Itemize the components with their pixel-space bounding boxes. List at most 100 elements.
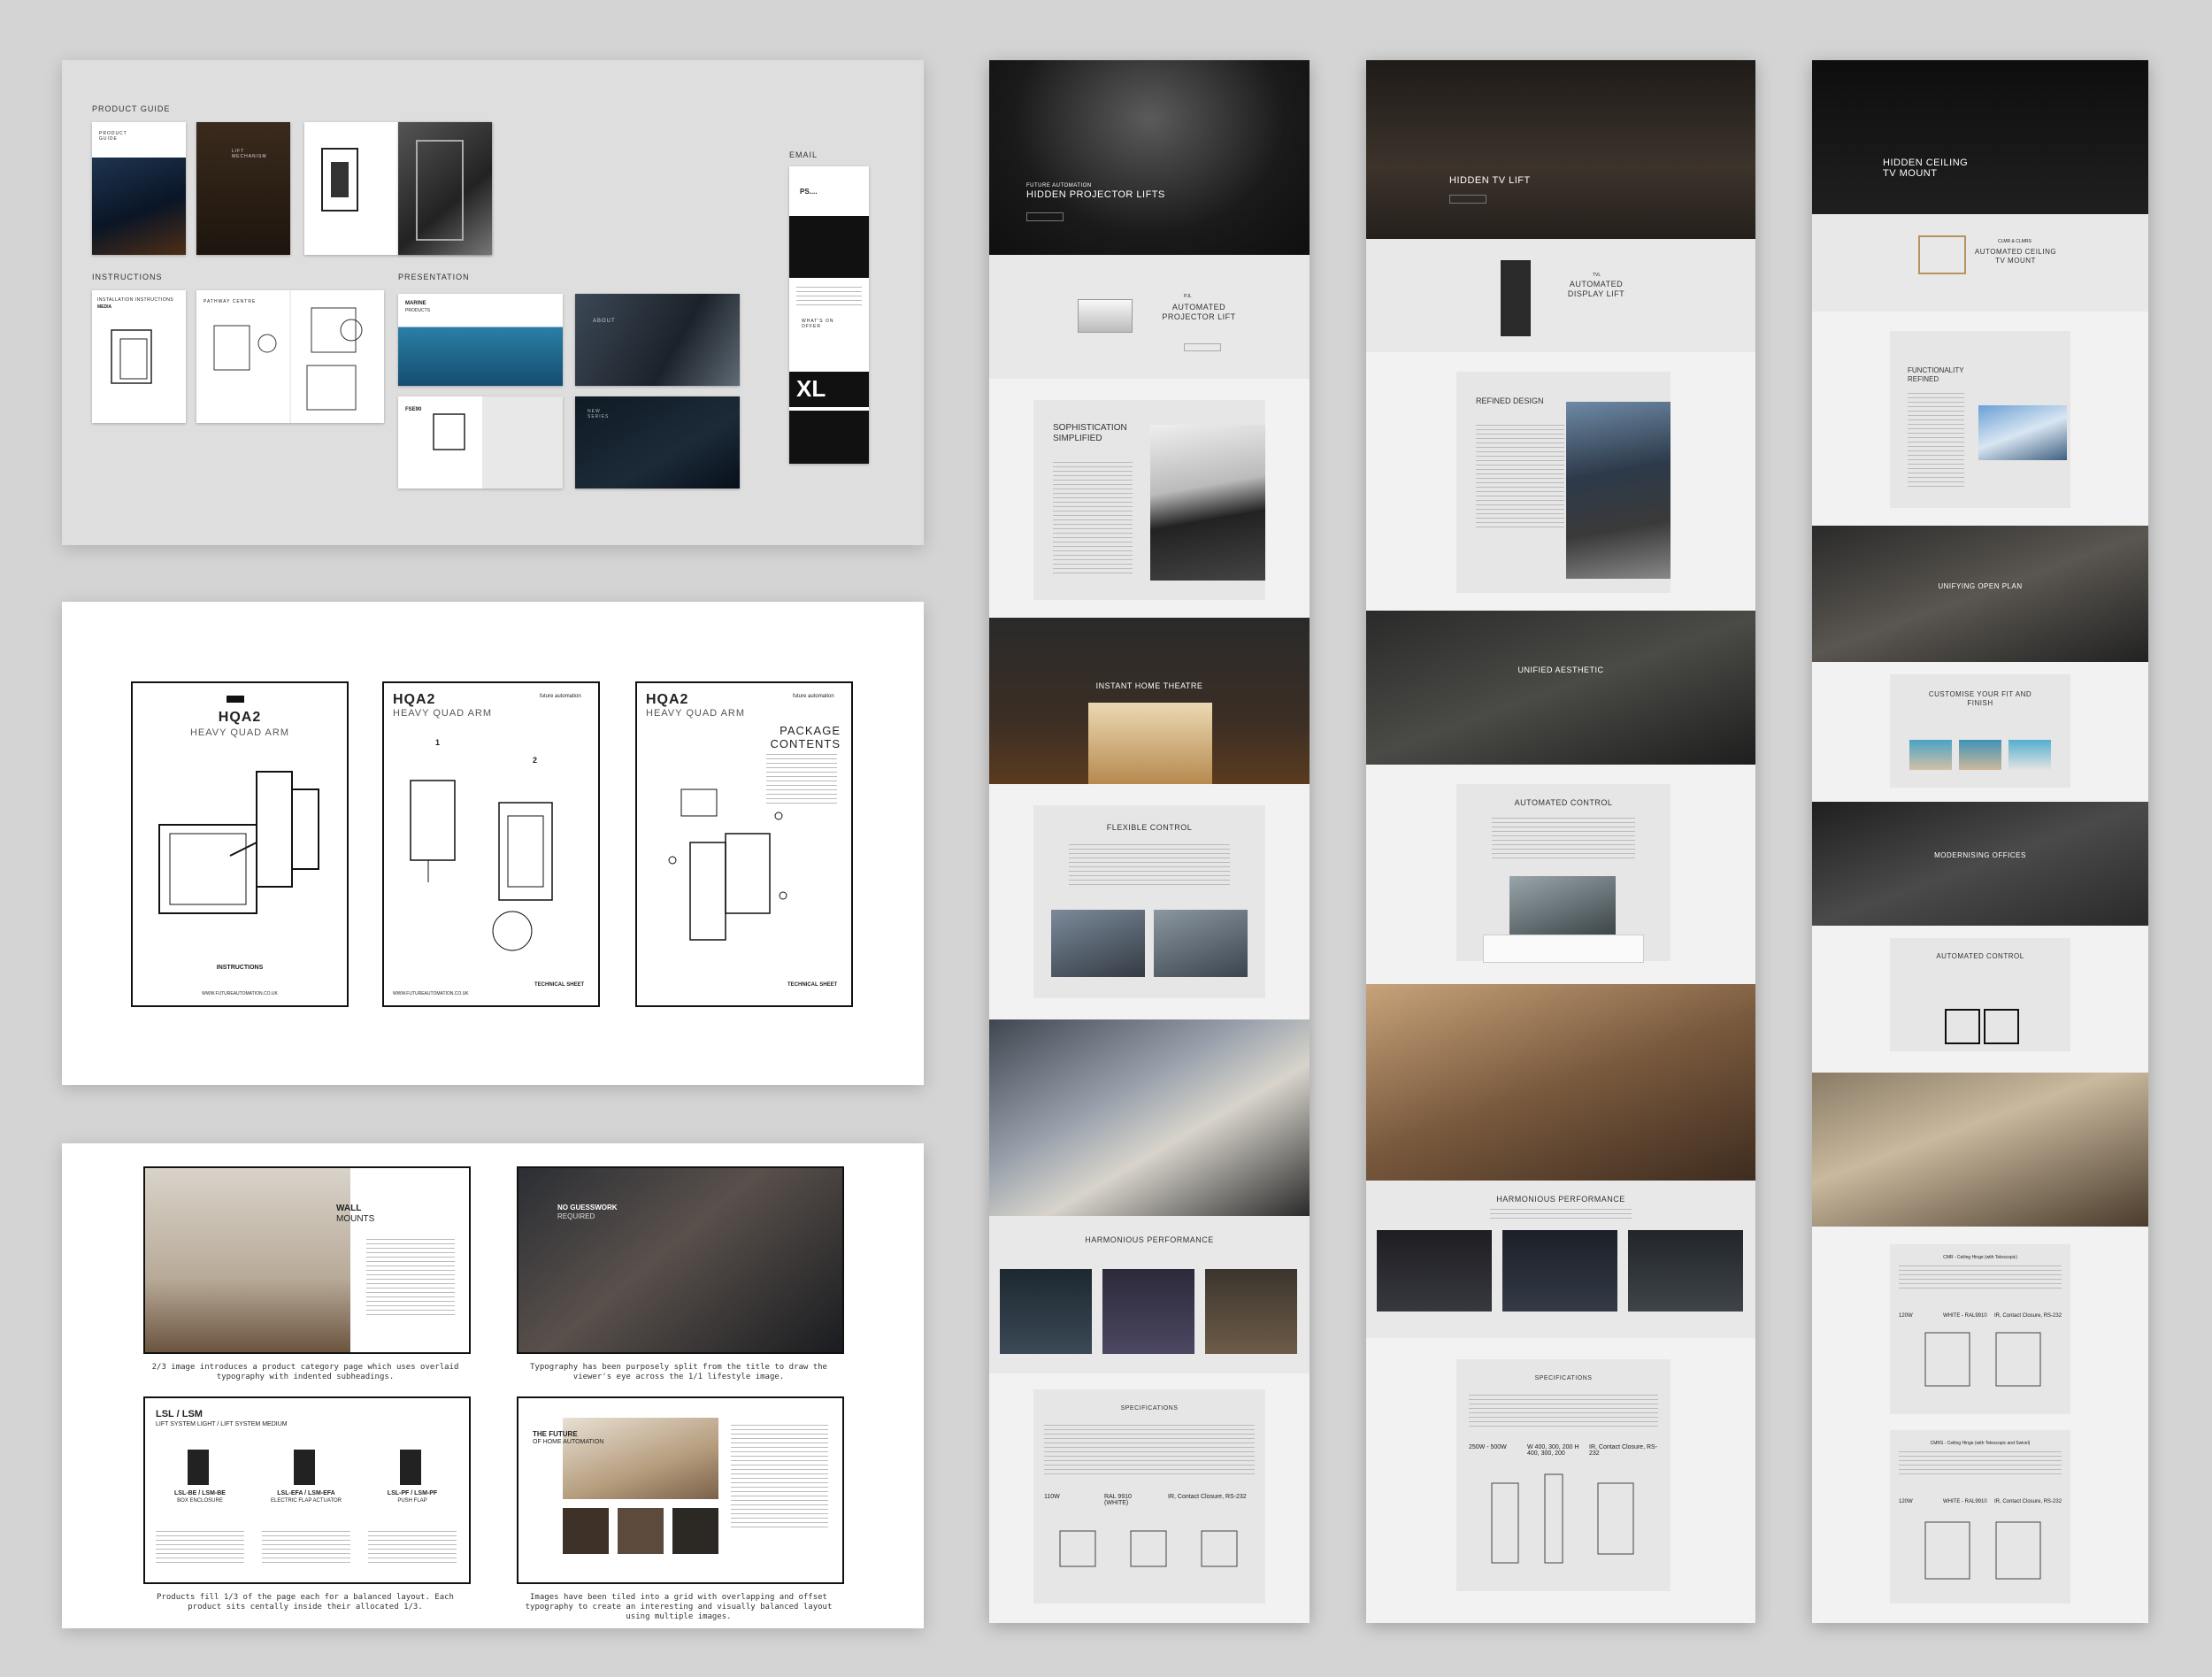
unified-aesthetic-title: UNIFIED AESTHETIC <box>1517 665 1604 674</box>
sheet-package-contents[interactable]: HQA2 HEAVY QUAD ARM future automation PA… <box>635 681 853 1007</box>
site-ceiling-mount: HIDDEN CEILING TV MOUNT CLMR & CLMRS AUT… <box>1812 60 2148 1623</box>
city-night-photo <box>92 158 186 255</box>
projector-product-title: AUTOMATED PROJECTOR LIFT <box>1162 303 1236 321</box>
tv-spec-drawings <box>1491 1473 1634 1564</box>
tv-harmonious-photo-1 <box>1377 1230 1492 1312</box>
open-plan-section: UNIFYING OPEN PLAN <box>1812 526 2148 662</box>
fse90-drawing <box>433 396 563 488</box>
lsl-text-1 <box>156 1531 244 1566</box>
tv-lift-image <box>1501 260 1531 336</box>
slide-fse90[interactable]: FSE90 <box>398 396 563 488</box>
control-screen-1 <box>1945 1009 1980 1044</box>
tv-control-text <box>1492 818 1635 860</box>
tv-control-screen <box>1509 876 1616 935</box>
tv-harmonious-title: HARMONIOUS PERFORMANCE <box>1496 1195 1625 1204</box>
instructions-spread[interactable]: PATHWAY CENTRE <box>196 290 384 423</box>
tv-automated-control-card: AUTOMATED CONTROL <box>1456 784 1671 963</box>
lsl-text-2 <box>262 1531 350 1566</box>
caption-1: 2/3 image introduces a product category … <box>151 1363 459 1381</box>
slide-marine[interactable]: MARINE PRODUCTS <box>398 294 563 386</box>
spread-lsl-lsm[interactable]: LSL / LSM LIFT SYSTEM LIGHT / LIFT SYSTE… <box>143 1396 471 1584</box>
sheet2-step-drawings <box>410 780 553 951</box>
ceiling-hero: HIDDEN CEILING TV MOUNT <box>1812 60 2148 214</box>
sheet2-footer: TECHNICAL SHEET <box>534 982 585 988</box>
functionality-screen <box>1978 405 2067 460</box>
tv-harmonious-photo-2 <box>1502 1230 1617 1312</box>
harmonious-photo-1 <box>1000 1269 1092 1354</box>
product-2-name: LSL-EFA / LSM-EFA <box>277 1490 335 1496</box>
flexible-control-card: FLEXIBLE CONTROL <box>1033 805 1265 998</box>
sheet3-parts-drawing <box>668 788 787 941</box>
guide-cover[interactable]: PRODUCT GUIDE <box>92 122 186 255</box>
sophistication-card: SOPHISTICATION SIMPLIFIED <box>1033 400 1265 600</box>
tv-harmonious-photo-3 <box>1628 1230 1743 1312</box>
projector-product-button[interactable] <box>1184 343 1221 351</box>
control-photo-1 <box>1051 910 1145 977</box>
sheet3-footer: TECHNICAL SHEET <box>787 982 838 988</box>
product-3-shape <box>400 1450 421 1485</box>
new-series-text: NEW SERIES <box>588 409 610 419</box>
finish-swatch-1 <box>1909 740 1952 770</box>
flexible-control-title: FLEXIBLE CONTROL <box>1106 823 1193 832</box>
instruction-diagrams <box>213 290 363 423</box>
customise-card: CUSTOMISE YOUR FIT AND FINISH <box>1890 674 2070 788</box>
spread-future-home[interactable]: THE FUTURE OF HOME AUTOMATION <box>517 1396 844 1584</box>
wall-mounts-text <box>366 1239 455 1319</box>
glass-lift-shape <box>416 140 464 241</box>
instructions-cover[interactable]: INSTALLATION INSTRUCTIONS MEDIA <box>92 290 186 423</box>
refined-design-card: REFINED DESIGN <box>1456 372 1671 593</box>
slide-new-series[interactable]: NEW SERIES <box>575 396 740 488</box>
board-print-collateral: PRODUCT GUIDE PRODUCT GUIDE LIFT MECHANI… <box>62 60 924 545</box>
unified-aesthetic-section: UNIFIED AESTHETIC <box>1366 611 1755 765</box>
future-sub: OF HOME AUTOMATION <box>533 1439 604 1445</box>
control-photo-2 <box>1154 910 1248 977</box>
bedroom-photo-section <box>1366 984 1755 1181</box>
tv-product-title: AUTOMATED DISPLAY LIFT <box>1567 280 1625 298</box>
email-mockup[interactable]: PS.... WHAT'S ON OFFER XL <box>789 166 869 464</box>
tile-photo-3 <box>672 1508 718 1554</box>
site-projector-lifts: FUTURE AUTOMATION HIDDEN PROJECTOR LIFTS… <box>989 60 1310 1623</box>
projector-harmonious-section: HARMONIOUS PERFORMANCE <box>989 1216 1310 1373</box>
slide-about[interactable]: ABOUT <box>575 294 740 386</box>
email-xl-text: XL <box>796 375 826 402</box>
spread-wall-mounts[interactable]: WALL MOUNTS <box>143 1166 471 1354</box>
refined-design-title: REFINED DESIGN <box>1476 396 1544 405</box>
sheet-technical-steps[interactable]: HQA2 HEAVY QUAD ARM future automation 1 … <box>382 681 600 1007</box>
product-1-shape <box>188 1450 209 1485</box>
caption-4: Images have been tiled into a grid with … <box>525 1593 833 1621</box>
tv-hero-button[interactable] <box>1449 195 1486 204</box>
email-text-lines <box>796 287 862 308</box>
product-2-sub: ELECTRIC FLAP ACTUATOR <box>270 1498 342 1504</box>
label-email: EMAIL <box>789 150 818 159</box>
functionality-card: FUNCTIONALITY REFINED <box>1890 331 2070 508</box>
ceiling-hero-title: HIDDEN CEILING TV MOUNT <box>1883 158 1969 179</box>
product-3-name: LSL-PF / LSM-PF <box>387 1490 438 1496</box>
theatre-screen <box>1088 703 1212 784</box>
harmonious-photo-2 <box>1102 1269 1194 1354</box>
guide-photo-page[interactable] <box>398 122 492 255</box>
future-title: THE FUTURE <box>533 1430 578 1438</box>
email-dark-block <box>789 216 869 278</box>
sophistication-text <box>1053 462 1133 577</box>
ceiling-control-title: AUTOMATED CONTROL <box>1936 952 2024 960</box>
future-text <box>731 1425 828 1531</box>
ceiling-product-kicker: CLMR & CLMRS <box>1998 239 2032 244</box>
marine-title: MARINE <box>405 301 426 306</box>
functionality-title: FUNCTIONALITY REFINED <box>1908 366 1964 383</box>
product-3-sub: PUSH FLAP <box>397 1498 427 1504</box>
guide-lift-page[interactable]: LIFT MECHANISM <box>196 122 290 255</box>
home-theatre-section: INSTANT HOME THEATRE <box>989 618 1310 784</box>
tv-harmonious-section: HARMONIOUS PERFORMANCE <box>1366 1181 1755 1338</box>
email-ps: PS.... <box>800 188 818 196</box>
tv-harmonious-text <box>1490 1209 1632 1221</box>
spread-no-guesswork[interactable]: NO GUESSWORK REQUIRED <box>517 1166 844 1354</box>
sheet-instructions[interactable]: HQA2 HEAVY QUAD ARM INSTRUCTIONS WWW.FUT… <box>131 681 349 1007</box>
projector-hero-button[interactable] <box>1026 212 1064 221</box>
offices-title: MODERNISING OFFICES <box>1934 851 2026 859</box>
ceiling-product-section: CLMR & CLMRS AUTOMATED CEILING TV MOUNT <box>1812 214 2148 312</box>
sophistication-title: SOPHISTICATION SIMPLIFIED <box>1053 423 1127 443</box>
caption-2: Typography has been purposely split from… <box>530 1363 827 1381</box>
projector-harmonious-title: HARMONIOUS PERFORMANCE <box>1085 1235 1214 1244</box>
ceiling-lifestyle-photo <box>1812 1073 2148 1227</box>
tv-specs-card: SPECIFICATIONS 250W - 500W W 400, 300, 2… <box>1456 1359 1671 1591</box>
